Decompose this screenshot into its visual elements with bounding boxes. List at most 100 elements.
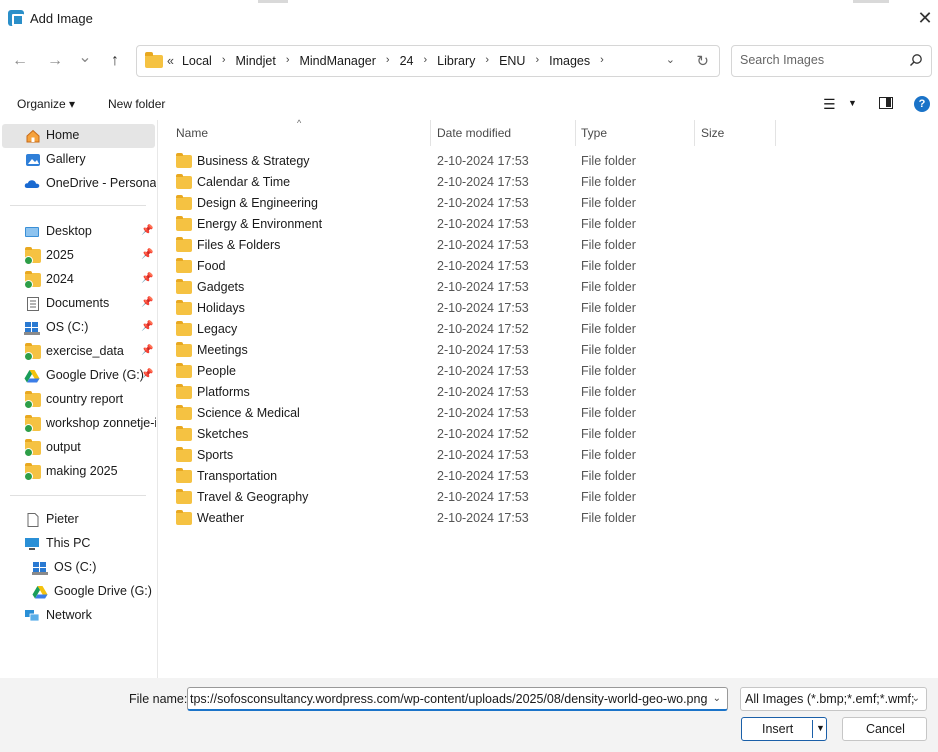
chevron-right-icon[interactable]: › xyxy=(376,54,400,68)
file-row[interactable]: Gadgets 2-10-2024 17:53 File folder xyxy=(168,277,768,298)
file-row[interactable]: Food 2-10-2024 17:53 File folder xyxy=(168,256,768,277)
search-input[interactable] xyxy=(740,53,900,67)
pin-icon[interactable]: 📌 xyxy=(141,249,153,260)
address-bar[interactable]: « Local › Mindjet › MindManager › 24 › L… xyxy=(136,45,720,77)
pin-icon[interactable]: 📌 xyxy=(141,345,153,356)
sidebar-item-home[interactable]: Home xyxy=(2,124,155,148)
file-row[interactable]: Science & Medical 2-10-2024 17:53 File fol… xyxy=(168,403,768,424)
sidebar-item-workshop[interactable]: workshop zonnetje-i xyxy=(0,412,156,436)
file-row[interactable]: Business & Strategy 2-10-2024 17:53 File f… xyxy=(168,151,768,172)
filename-input[interactable]: tps://sofosconsultancy.wordpress.com/wp-… xyxy=(187,687,728,711)
view-dropdown-icon[interactable]: ▼ xyxy=(848,98,857,108)
organize-menu-button[interactable]: Organize ▾ xyxy=(17,97,75,111)
breadcrumb-item[interactable]: ENU xyxy=(499,54,525,68)
sidebar-item-output[interactable]: output xyxy=(0,436,156,460)
sidebar-item-this-pc[interactable]: This PC xyxy=(0,532,156,556)
sidebar-item-2024[interactable]: 2024 📌 xyxy=(0,268,156,292)
search-icon[interactable] xyxy=(909,53,923,67)
file-row[interactable]: Transportation 2-10-2024 17:53 File folder xyxy=(168,466,768,487)
pin-icon[interactable]: 📌 xyxy=(141,273,153,284)
chevron-right-icon[interactable]: › xyxy=(414,54,438,68)
folder-icon xyxy=(176,258,192,273)
search-box[interactable] xyxy=(731,45,932,77)
sidebar-item-gallery[interactable]: Gallery xyxy=(0,148,156,172)
sidebar-item-2025[interactable]: 2025 📌 xyxy=(0,244,156,268)
breadcrumb-item[interactable]: 24 xyxy=(400,54,414,68)
sidebar-item-label: This PC xyxy=(46,536,91,550)
recent-locations-chevron-icon[interactable]: ⌄ xyxy=(74,47,96,69)
breadcrumb-item[interactable]: Library xyxy=(437,54,475,68)
breadcrumb-item[interactable]: Mindjet xyxy=(236,54,276,68)
file-row[interactable]: Travel & Geography 2-10-2024 17:53 File fo… xyxy=(168,487,768,508)
sidebar-item-google-drive[interactable]: Google Drive (G:) 📌 xyxy=(0,364,156,388)
view-options-icon[interactable]: ☰ xyxy=(823,96,836,113)
file-row[interactable]: Meetings 2-10-2024 17:53 File folder xyxy=(168,340,768,361)
file-row[interactable]: People 2-10-2024 17:53 File folder xyxy=(168,361,768,382)
up-arrow-icon[interactable]: ↑ xyxy=(104,50,126,72)
file-type: File folder xyxy=(581,322,636,336)
help-icon[interactable]: ? xyxy=(914,96,930,112)
network-icon xyxy=(25,610,40,622)
chevron-right-icon[interactable]: › xyxy=(525,54,549,68)
background-window-edge xyxy=(853,0,889,3)
column-header-size[interactable]: Size xyxy=(695,120,775,146)
filename-dropdown-icon[interactable]: ⌄ xyxy=(713,693,721,704)
pin-icon[interactable]: 📌 xyxy=(141,321,153,332)
preview-pane-icon[interactable] xyxy=(879,97,893,109)
breadcrumb-item[interactable]: Local xyxy=(182,54,212,68)
sidebar-item-making-2025[interactable]: making 2025 xyxy=(0,460,156,484)
file-row[interactable]: Calendar & Time 2-10-2024 17:53 File folde… xyxy=(168,172,768,193)
sidebar-item-google-drive-tree[interactable]: Google Drive (G:) xyxy=(0,580,156,604)
cancel-button[interactable]: Cancel xyxy=(842,717,927,741)
column-header-name[interactable]: Name xyxy=(168,120,430,146)
address-history-chevron-icon[interactable]: ⌄ xyxy=(666,53,675,66)
back-arrow-icon[interactable]: ← xyxy=(9,50,31,72)
chevron-down-icon[interactable]: ⌄ xyxy=(912,693,920,704)
new-folder-button[interactable]: New folder xyxy=(108,97,165,111)
file-row[interactable]: Platforms 2-10-2024 17:53 File folder xyxy=(168,382,768,403)
chevron-right-icon[interactable]: › xyxy=(276,54,300,68)
chevron-right-icon[interactable]: › xyxy=(475,54,499,68)
pin-icon[interactable]: 📌 xyxy=(141,297,153,308)
close-icon[interactable]: ✕ xyxy=(914,7,936,29)
file-type-select[interactable]: All Images (*.bmp;*.emf;*.wmf; ⌄ xyxy=(740,687,927,711)
file-name: Files & Folders xyxy=(197,238,281,252)
sidebar-item-onedrive[interactable]: OneDrive - Personal xyxy=(0,172,156,196)
file-type-value: All Images (*.bmp;*.emf;*.wmf; xyxy=(745,692,915,706)
breadcrumb-overflow-icon[interactable]: « xyxy=(167,54,182,68)
folder-icon xyxy=(176,321,192,336)
file-row[interactable]: Sports 2-10-2024 17:53 File folder xyxy=(168,445,768,466)
refresh-icon[interactable]: ↻ xyxy=(696,52,709,70)
chevron-right-icon[interactable]: › xyxy=(590,54,614,68)
sidebar-item-exercise-data[interactable]: exercise_data 📌 xyxy=(0,340,156,364)
column-header-date[interactable]: Date modified xyxy=(431,120,575,146)
column-separator[interactable] xyxy=(775,120,776,146)
sidebar-item-network[interactable]: Network xyxy=(0,604,156,628)
file-row[interactable]: Weather 2-10-2024 17:53 File folder xyxy=(168,508,768,529)
sidebar-item-label: output xyxy=(46,440,81,454)
sidebar-item-country-report[interactable]: country report xyxy=(0,388,156,412)
gallery-icon xyxy=(26,154,40,166)
sidebar-item-pieter[interactable]: Pieter xyxy=(0,508,156,532)
insert-button[interactable]: Insert ▼ xyxy=(741,717,827,741)
file-name: Travel & Geography xyxy=(197,490,309,504)
breadcrumb-item[interactable]: MindManager xyxy=(299,54,375,68)
filename-value[interactable]: tps://sofosconsultancy.wordpress.com/wp-… xyxy=(190,692,707,706)
chevron-right-icon[interactable]: › xyxy=(212,54,236,68)
sidebar-item-documents[interactable]: Documents 📌 xyxy=(0,292,156,316)
file-row[interactable]: Holidays 2-10-2024 17:53 File folder xyxy=(168,298,768,319)
pin-icon[interactable]: 📌 xyxy=(141,369,153,380)
file-row[interactable]: Sketches 2-10-2024 17:52 File folder xyxy=(168,424,768,445)
column-header-type[interactable]: Type xyxy=(576,120,694,146)
breadcrumb-item[interactable]: Images xyxy=(549,54,590,68)
file-row[interactable]: Legacy 2-10-2024 17:52 File folder xyxy=(168,319,768,340)
file-row[interactable]: Energy & Environment 2-10-2024 17:53 File … xyxy=(168,214,768,235)
file-row[interactable]: Files & Folders 2-10-2024 17:53 File folde… xyxy=(168,235,768,256)
file-row[interactable]: Design & Engineering 2-10-2024 17:53 File … xyxy=(168,193,768,214)
pin-icon[interactable]: 📌 xyxy=(141,225,153,236)
sidebar-item-os-c-tree[interactable]: OS (C:) xyxy=(0,556,156,580)
sidebar-item-os-c[interactable]: OS (C:) 📌 xyxy=(0,316,156,340)
forward-arrow-icon[interactable]: → xyxy=(44,50,66,72)
insert-options-dropdown-icon[interactable]: ▼ xyxy=(816,723,825,733)
sidebar-item-desktop[interactable]: Desktop 📌 xyxy=(0,220,156,244)
